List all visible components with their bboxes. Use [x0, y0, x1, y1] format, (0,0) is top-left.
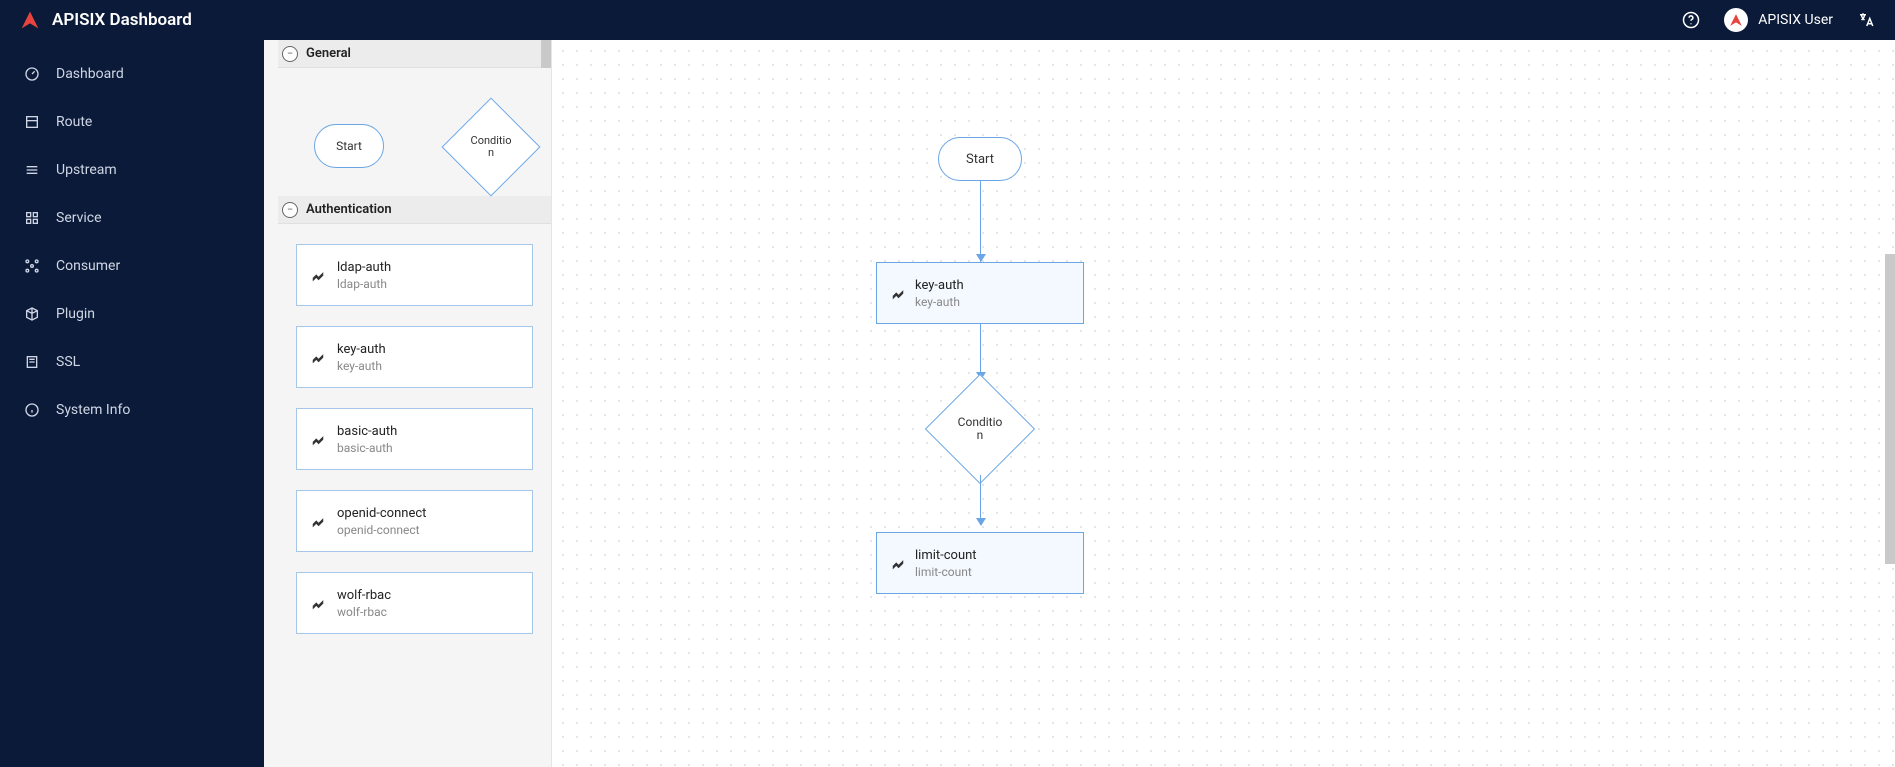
sidebar-item-consumer[interactable]: Consumer: [0, 242, 264, 290]
sidebar-item-plugin[interactable]: Plugin: [0, 290, 264, 338]
app-header: APISIX Dashboard APISIX User: [0, 0, 1895, 40]
palette-plugin-ldap-auth[interactable]: ldap-auth ldap-auth: [296, 244, 533, 306]
node-title: limit-count: [915, 548, 977, 563]
arrow-down-icon: [976, 518, 986, 526]
palette-section-general: Start Condition: [278, 68, 551, 196]
plugin-subtitle: basic-auth: [337, 441, 397, 455]
translate-icon[interactable]: [1857, 11, 1875, 29]
sidebar-item-label: Plugin: [56, 306, 95, 322]
info-icon: [24, 402, 40, 418]
plugin-title: ldap-auth: [337, 260, 391, 275]
sidebar-item-label: Service: [56, 210, 102, 226]
palette-section-general-header[interactable]: − General: [278, 40, 551, 68]
sidebar-item-upstream[interactable]: Upstream: [0, 146, 264, 194]
arrow-down-icon: [976, 254, 986, 262]
palette-section-auth: ldap-auth ldap-auth key-auth key-auth: [278, 224, 551, 644]
sidebar-item-route[interactable]: Route: [0, 98, 264, 146]
sidebar-item-label: System Info: [56, 402, 130, 418]
palette-plugin-wolf-rbac[interactable]: wolf-rbac wolf-rbac: [296, 572, 533, 634]
plugin-subtitle: key-auth: [337, 359, 386, 373]
plugin-icon: [311, 432, 325, 446]
plugin-icon: [891, 556, 905, 570]
shape-palette: − General Start Condition −: [264, 40, 552, 767]
sidebar-item-label: Dashboard: [56, 66, 124, 82]
node-label: Start: [966, 152, 994, 167]
plugin-subtitle: wolf-rbac: [337, 605, 391, 619]
app-logo-icon: [20, 10, 40, 30]
plugin-subtitle: ldap-auth: [337, 277, 391, 291]
canvas-scrollbar-thumb[interactable]: [1885, 254, 1895, 564]
layers-icon: [24, 162, 40, 178]
palette-shape-condition[interactable]: Condition: [456, 112, 526, 182]
plugin-icon: [311, 268, 325, 282]
node-label: Condition: [941, 390, 1019, 468]
nodes-icon: [24, 258, 40, 274]
flow-canvas[interactable]: Start key-auth key-auth Condition: [552, 40, 1895, 767]
sidebar-item-service[interactable]: Service: [0, 194, 264, 242]
certificate-icon: [24, 354, 40, 370]
user-block[interactable]: APISIX User: [1724, 8, 1833, 32]
sidebar-item-label: SSL: [56, 354, 80, 370]
canvas-node-key-auth[interactable]: key-auth key-auth: [876, 262, 1084, 324]
app-title: APISIX Dashboard: [52, 10, 192, 30]
node-subtitle: key-auth: [915, 295, 964, 309]
plugin-icon: [311, 514, 325, 528]
canvas-node-condition[interactable]: Condition: [941, 390, 1019, 468]
collapse-icon[interactable]: −: [282, 46, 298, 62]
plugin-title: openid-connect: [337, 506, 426, 521]
palette-section-auth-header[interactable]: − Authentication: [278, 196, 551, 224]
help-icon[interactable]: [1682, 11, 1700, 29]
sidebar-item-label: Consumer: [56, 258, 120, 274]
sidebar-item-dashboard[interactable]: Dashboard: [0, 50, 264, 98]
plugin-icon: [891, 286, 905, 300]
gauge-icon: [24, 66, 40, 82]
collapse-icon[interactable]: −: [282, 202, 298, 218]
canvas-node-limit-count[interactable]: limit-count limit-count: [876, 532, 1084, 594]
plugin-icon: [311, 596, 325, 610]
shape-label: Start: [336, 139, 362, 153]
palette-plugin-openid-connect[interactable]: openid-connect openid-connect: [296, 490, 533, 552]
sidebar-item-ssl[interactable]: SSL: [0, 338, 264, 386]
node-subtitle: limit-count: [915, 565, 977, 579]
plugin-title: basic-auth: [337, 424, 397, 439]
main-content: − General Start Condition −: [264, 40, 1895, 767]
sidebar-item-systeminfo[interactable]: System Info: [0, 386, 264, 434]
avatar-icon: [1724, 8, 1748, 32]
cube-icon: [24, 306, 40, 322]
plugin-title: wolf-rbac: [337, 588, 391, 603]
plugin-title: key-auth: [337, 342, 386, 357]
route-icon: [24, 114, 40, 130]
palette-section-title: General: [306, 46, 351, 61]
palette-plugin-basic-auth[interactable]: basic-auth basic-auth: [296, 408, 533, 470]
sidebar-item-label: Route: [56, 114, 92, 130]
sidebar-item-label: Upstream: [56, 162, 117, 178]
canvas-node-start[interactable]: Start: [938, 137, 1022, 181]
palette-plugin-key-auth[interactable]: key-auth key-auth: [296, 326, 533, 388]
node-title: key-auth: [915, 278, 964, 293]
grid-icon: [24, 210, 40, 226]
palette-shape-start[interactable]: Start: [314, 124, 384, 168]
palette-section-title: Authentication: [306, 202, 392, 217]
user-name: APISIX User: [1758, 12, 1833, 28]
sidebar: Dashboard Route Upstream Service: [0, 40, 264, 767]
plugin-subtitle: openid-connect: [337, 523, 426, 537]
plugin-icon: [311, 350, 325, 364]
canvas-edge: [980, 181, 981, 262]
